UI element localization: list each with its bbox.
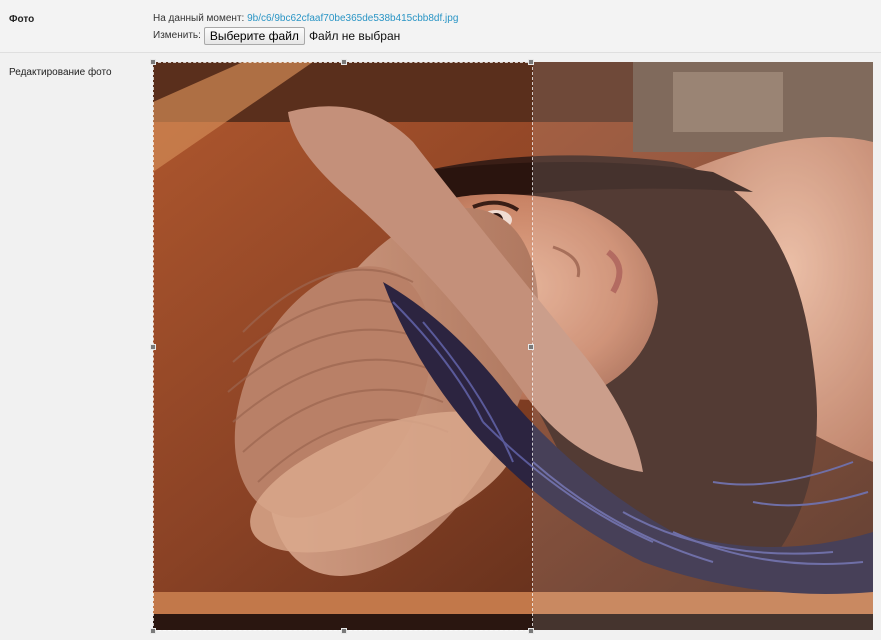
crop-handle-se[interactable] xyxy=(528,628,534,634)
crop-handle-s[interactable] xyxy=(341,628,347,634)
crop-handle-w[interactable] xyxy=(150,344,156,350)
crop-handle-n[interactable] xyxy=(341,59,347,65)
current-file-line: На данный момент: 9b/c6/9bc62cfaaf70be36… xyxy=(153,13,458,24)
edit-photo-label: Редактирование фото xyxy=(9,67,112,78)
crop-selection[interactable] xyxy=(150,59,534,634)
change-label: Изменить: xyxy=(153,30,201,41)
current-file-link[interactable]: 9b/c6/9bc62cfaaf70be365de538b415cbb8df.j… xyxy=(247,13,458,24)
crop-outside-overlay xyxy=(533,62,873,630)
choose-file-button[interactable]: Выберите файл xyxy=(203,26,305,45)
photo-field-row: Фото На данный момент: 9b/c6/9bc62cfaaf7… xyxy=(0,0,881,53)
crop-handle-sw[interactable] xyxy=(150,628,156,634)
current-file-prefix: На данный момент: xyxy=(153,13,245,24)
crop-handle-ne[interactable] xyxy=(528,59,534,65)
photo-field-label: Фото xyxy=(9,14,35,25)
crop-handle-nw[interactable] xyxy=(150,59,156,65)
crop-handle-e[interactable] xyxy=(528,344,534,350)
file-status-text: Файл не выбран xyxy=(308,28,401,43)
change-file-line: Изменить: Выберите файл Файл не выбран xyxy=(153,26,400,45)
